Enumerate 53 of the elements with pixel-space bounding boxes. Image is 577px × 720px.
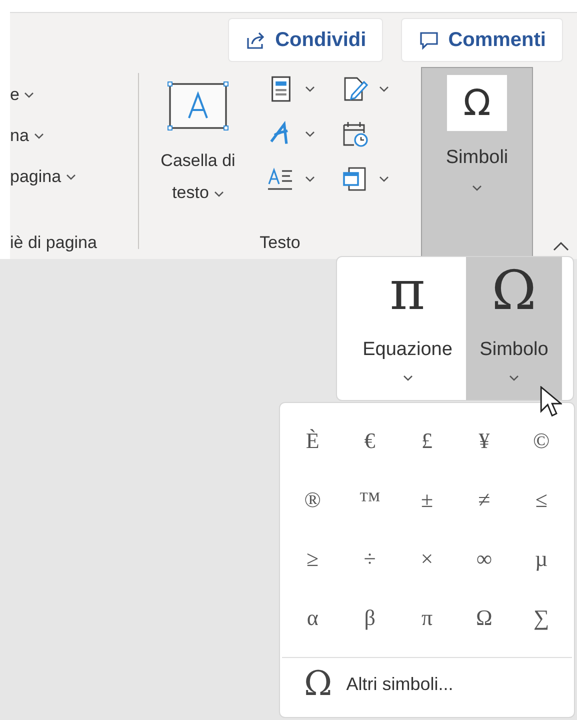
symbol-item[interactable]: ® (284, 470, 342, 529)
share-button[interactable]: Commenti (401, 18, 563, 62)
omega-icon: Ω (304, 664, 332, 704)
symbol-item[interactable]: Ω (456, 588, 513, 647)
chevron-icon (214, 190, 224, 197)
menu-item[interactable]: π Equazione (349, 257, 466, 400)
symbol-item[interactable]: ± (398, 470, 456, 529)
chevron-icon (24, 92, 34, 98)
chevron-icon (305, 131, 315, 137)
symbols-button[interactable]: Ω Simboli (421, 67, 533, 259)
ribbon-item[interactable]: na (10, 126, 29, 146)
symbol-icon: π (390, 259, 426, 323)
group-label: Testo (260, 233, 300, 253)
chevron-icon (305, 176, 315, 182)
symbol-item[interactable]: € (341, 411, 398, 470)
symbol-item[interactable]: È (284, 411, 342, 470)
symbol-item[interactable]: ≥ (284, 529, 342, 588)
chevron-icon (379, 86, 389, 92)
chevron-icon (472, 185, 482, 191)
symbol-item[interactable]: ∑ (512, 588, 570, 647)
omega-icon: Ω (447, 75, 507, 131)
ribbon-item[interactable]: e (10, 85, 20, 105)
menu-item[interactable]: Ω Simbolo (466, 257, 562, 400)
symbol-item[interactable]: © (512, 411, 570, 470)
calendar-clock-icon (341, 121, 369, 147)
comment-icon (418, 29, 440, 51)
symbol-icon: Ω (492, 259, 536, 323)
text-box-icon (167, 81, 229, 131)
collapse-ribbon-icon[interactable] (553, 241, 569, 251)
chevron-icon (34, 133, 44, 139)
chevron-icon (402, 375, 412, 381)
group-label: iè di pagina (10, 233, 97, 253)
chevron-icon (305, 86, 315, 92)
symbol-item[interactable]: π (398, 588, 456, 647)
more-symbols-item[interactable]: Ω Altri simboli... (280, 658, 574, 710)
symbol-item[interactable]: £ (398, 411, 456, 470)
symbol-item[interactable]: ¥ (456, 411, 513, 470)
drop-cap-icon (267, 166, 295, 192)
symbol-item[interactable]: µ (512, 529, 570, 588)
symbol-item[interactable]: ™ (341, 470, 398, 529)
symbol-item[interactable]: ≠ (456, 470, 513, 529)
text-box-button[interactable]: Casella di testo (146, 145, 250, 209)
symbol-item[interactable]: × (398, 529, 456, 588)
symbol-item[interactable]: β (341, 588, 398, 647)
symbol-item[interactable]: ∞ (456, 529, 513, 588)
chevron-icon (509, 375, 519, 381)
symbol-item[interactable]: ≤ (512, 470, 570, 529)
chevron-icon (66, 174, 76, 180)
chevron-icon (379, 176, 389, 182)
ribbon-item[interactable]: pagina (10, 167, 62, 187)
symbol-item[interactable]: α (284, 588, 342, 647)
share-button[interactable]: Condividi (228, 18, 384, 62)
symbol-item[interactable]: ÷ (341, 529, 398, 588)
